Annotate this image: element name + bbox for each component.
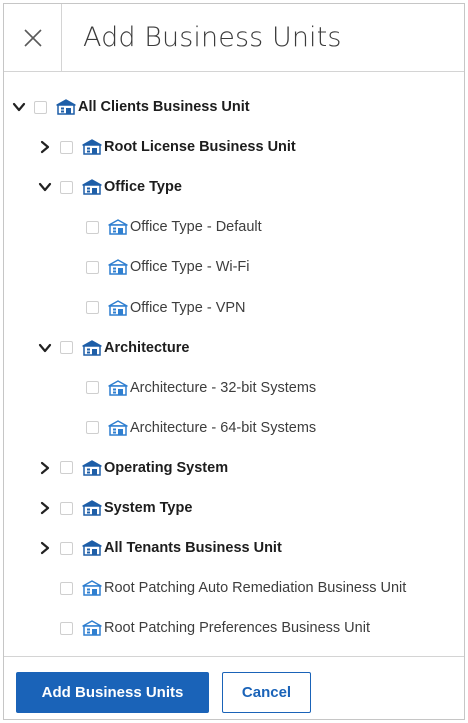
tree-checkbox[interactable] — [34, 100, 47, 114]
tree-item-label: System Type — [104, 500, 193, 516]
business-unit-icon — [108, 299, 128, 316]
tree-item-label: Root License Business Unit — [104, 139, 296, 156]
business-unit-icon — [108, 219, 128, 236]
business-unit-icon — [82, 620, 102, 637]
tree-row[interactable]: System Type — [38, 488, 192, 528]
chevron-right-icon[interactable] — [38, 461, 52, 475]
tree-item-label: Root Patching Preferences Business Unit — [104, 620, 370, 637]
dialog-header: Add Business Units — [4, 4, 464, 72]
chevron-down-icon[interactable] — [38, 341, 52, 355]
tree-row[interactable]: Root Patching Auto Remediation Business … — [38, 568, 406, 608]
tree-row[interactable]: Root License Business Unit — [38, 127, 296, 167]
tree-checkbox[interactable] — [86, 381, 99, 395]
add-business-units-button[interactable]: Add Business Units — [16, 672, 209, 713]
tree-checkbox[interactable] — [60, 541, 73, 555]
tree-row[interactable]: Operating System — [38, 448, 228, 488]
close-button[interactable] — [4, 4, 62, 72]
business-unit-icon — [108, 379, 128, 396]
tree-item-label: Operating System — [104, 459, 229, 476]
tree-checkbox[interactable] — [60, 461, 73, 475]
business-unit-icon — [82, 580, 102, 596]
tree-row[interactable]: Office Type — [38, 167, 182, 207]
dialog-title: Add Business Units — [83, 22, 342, 53]
tree-checkbox[interactable] — [60, 581, 73, 595]
chevron-right-icon[interactable] — [38, 501, 52, 515]
tree-checkbox[interactable] — [86, 301, 99, 314]
business-unit-icon — [108, 420, 128, 436]
tree-checkbox[interactable] — [86, 421, 99, 435]
tree-checkbox[interactable] — [86, 260, 99, 274]
tree-row[interactable]: All Tenants Business Unit — [38, 528, 282, 568]
tree-checkbox[interactable] — [60, 501, 73, 515]
tree-item-label: Architecture - 64-bit Systems — [130, 419, 317, 436]
tree-item-label: Root Patching Auto Remediation Business … — [104, 580, 407, 597]
cancel-button[interactable]: Cancel — [222, 672, 311, 713]
business-unit-icon — [82, 179, 102, 195]
close-icon — [23, 28, 42, 47]
tree-checkbox[interactable] — [86, 220, 99, 234]
tree-item-label: Office Type - VPN — [130, 299, 246, 316]
chevron-down-icon[interactable] — [38, 180, 52, 194]
tree-item-label: Office Type - Wi-Fi — [130, 259, 250, 276]
tree-row[interactable]: All Clients Business Unit — [12, 87, 250, 127]
tree-item-label: All Tenants Business Unit — [104, 540, 282, 557]
business-unit-icon — [82, 500, 102, 516]
business-unit-icon — [82, 540, 102, 556]
chevron-right-icon[interactable] — [38, 541, 52, 555]
tree-checkbox[interactable] — [60, 621, 73, 635]
tree-item-label: Architecture - 32-bit Systems — [130, 379, 317, 396]
tree-row[interactable]: Office Type - Wi-Fi — [64, 247, 250, 287]
business-unit-icon — [108, 259, 128, 276]
tree-item-label: All Clients Business Unit — [78, 99, 250, 115]
chevron-right-icon[interactable] — [38, 140, 52, 154]
tree-row[interactable]: Architecture - 64-bit Systems — [64, 408, 316, 448]
tree-row[interactable]: Office Type - VPN — [64, 288, 246, 328]
tree-checkbox[interactable] — [60, 140, 73, 154]
tree-row[interactable]: Root Patching Preferences Business Unit — [38, 608, 370, 648]
business-unit-icon — [82, 460, 102, 476]
add-business-units-dialog: Add Business Units All Clients Business … — [3, 3, 465, 720]
dialog-footer: Add Business Units Cancel — [4, 656, 464, 719]
tree-item-label: Office Type - Default — [130, 219, 262, 236]
tree-row[interactable]: Architecture - 32-bit Systems — [64, 368, 316, 408]
business-unit-icon — [56, 99, 76, 115]
tree-item-label: Office Type — [104, 179, 182, 196]
business-unit-icon — [82, 139, 102, 155]
tree-checkbox[interactable] — [60, 341, 73, 355]
chevron-down-icon[interactable] — [12, 100, 26, 114]
business-unit-icon — [82, 339, 102, 356]
tree-item-label: Architecture — [104, 339, 190, 356]
tree-checkbox[interactable] — [60, 180, 73, 194]
tree-row[interactable]: Architecture — [38, 328, 189, 368]
tree-row[interactable]: Office Type - Default — [64, 207, 262, 247]
